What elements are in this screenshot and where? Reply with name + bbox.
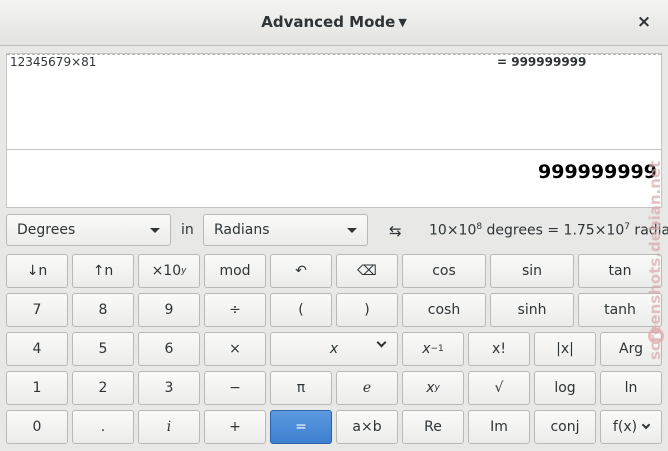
display-value: 999999999 [538, 161, 657, 183]
to-unit-label: Radians [214, 222, 270, 238]
digit-7-button[interactable]: 7 [6, 293, 68, 327]
mod-button[interactable]: mod [204, 254, 266, 288]
cosh-button[interactable]: cosh [402, 293, 486, 327]
backspace-button[interactable]: ⌫ [336, 254, 398, 288]
subtract-button[interactable]: − [204, 371, 266, 405]
dropdown-arrow-icon [347, 228, 357, 233]
conversion-text-2: degrees = 1.75×10 [482, 222, 625, 239]
window-title: Advanced Mode [261, 13, 396, 31]
power-button[interactable]: xy [402, 371, 464, 405]
watermark-logo-icon [648, 328, 664, 344]
result-display[interactable]: 999999999 [6, 149, 662, 208]
exponent-sup: y [181, 266, 187, 276]
swap-units-icon[interactable]: ⇆ [389, 222, 402, 240]
equals-button[interactable]: = [270, 410, 332, 444]
exponent-label: ×10 [151, 263, 182, 279]
imaginary-button[interactable]: i [138, 410, 200, 444]
pi-button[interactable]: π [270, 371, 332, 405]
factorial-button[interactable]: x! [468, 332, 530, 366]
digit-9-button[interactable]: 9 [138, 293, 200, 327]
sinh-button[interactable]: sinh [490, 293, 574, 327]
real-part-button[interactable]: Re [402, 410, 464, 444]
function-label: f(x) [612, 419, 638, 435]
digit-1-button[interactable]: 1 [6, 371, 68, 405]
factorize-button[interactable]: a×b [336, 410, 398, 444]
euler-button[interactable]: e [336, 371, 398, 405]
exponent-button[interactable]: ×10 y [138, 254, 200, 288]
mode-menu-button[interactable]: Advanced Mode ▼ [0, 13, 668, 31]
log-button[interactable]: log [534, 371, 596, 405]
close-paren-button[interactable]: ) [336, 293, 398, 327]
sin-button[interactable]: sin [490, 254, 574, 288]
decimal-point-button[interactable]: . [72, 410, 134, 444]
digit-8-button[interactable]: 8 [72, 293, 134, 327]
add-button[interactable]: + [204, 410, 266, 444]
conversion-text-1: 10×10 [429, 222, 477, 239]
inverse-button[interactable]: x −1 [402, 332, 464, 366]
dropdown-arrow-icon [150, 228, 160, 233]
power-exp: y [434, 383, 440, 393]
superscript-button[interactable]: ↑n [72, 254, 134, 288]
digit-5-button[interactable]: 5 [72, 332, 134, 366]
function-menu-button[interactable]: f(x) [600, 410, 662, 444]
digit-3-button[interactable]: 3 [138, 371, 200, 405]
chevron-down-icon [641, 420, 651, 430]
close-button[interactable]: × [634, 12, 654, 32]
title-bar: Advanced Mode ▼ × [0, 0, 668, 46]
open-paren-button[interactable]: ( [270, 293, 332, 327]
imaginary-part-button[interactable]: Im [468, 410, 530, 444]
watermark-text: screenshots.debian.net [646, 160, 664, 360]
digit-2-button[interactable]: 2 [72, 371, 134, 405]
from-unit-select[interactable]: Degrees [6, 214, 171, 246]
multiply-button[interactable]: × [204, 332, 266, 366]
chevron-down-icon: ▼ [398, 16, 407, 29]
undo-icon: ↶ [295, 263, 307, 279]
digit-0-button[interactable]: 0 [6, 410, 68, 444]
from-unit-label: Degrees [17, 222, 76, 238]
undo-button[interactable]: ↶ [270, 254, 332, 288]
digit-4-button[interactable]: 4 [6, 332, 68, 366]
backspace-icon: ⌫ [357, 263, 377, 279]
abs-button[interactable]: |x| [534, 332, 596, 366]
history-view[interactable]: 12345679×81 = 999999999 [6, 53, 662, 149]
conversion-result: 10×108 degrees = 1.75×107 radians [429, 222, 668, 239]
history-expression[interactable]: 12345679×81 [10, 55, 96, 69]
sqrt-button[interactable]: √ [468, 371, 530, 405]
variable-label: x [329, 341, 339, 357]
inverse-exp: −1 [430, 344, 444, 354]
variable-menu-button[interactable]: x [270, 332, 398, 366]
ln-button[interactable]: ln [600, 371, 662, 405]
conjugate-button[interactable]: conj [534, 410, 596, 444]
history-result[interactable]: = 999999999 [497, 55, 586, 69]
digit-6-button[interactable]: 6 [138, 332, 200, 366]
subscript-button[interactable]: ↓n [6, 254, 68, 288]
cos-button[interactable]: cos [402, 254, 486, 288]
chevron-down-icon [376, 337, 387, 348]
inverse-base: x [422, 341, 431, 357]
divide-button[interactable]: ÷ [204, 293, 266, 327]
to-unit-select[interactable]: Radians [203, 214, 368, 246]
in-label: in [181, 222, 194, 238]
